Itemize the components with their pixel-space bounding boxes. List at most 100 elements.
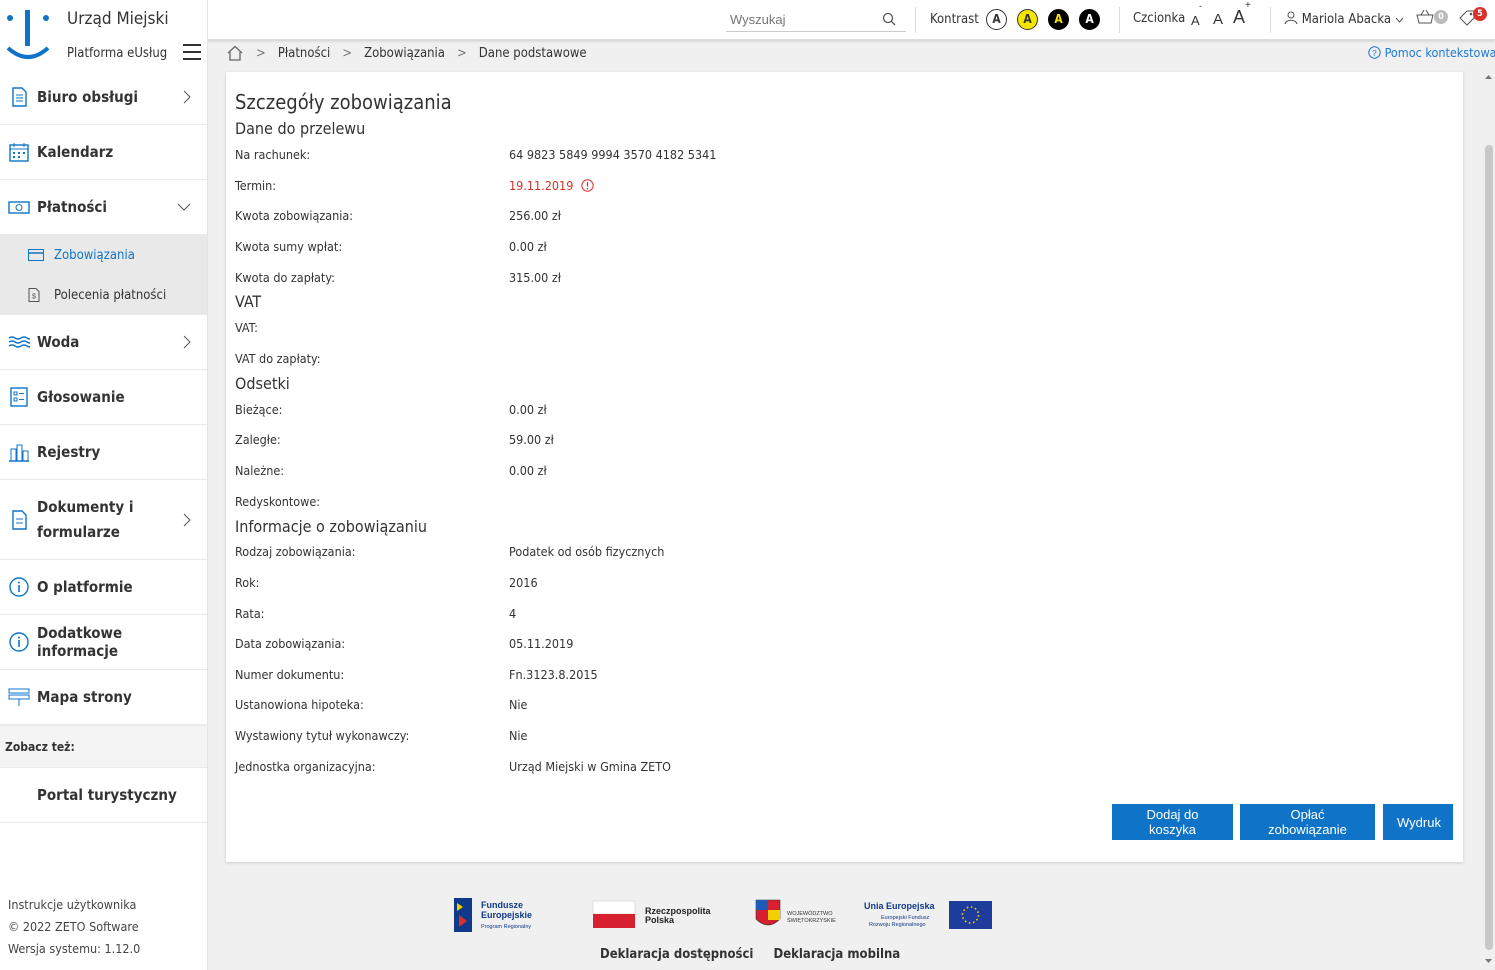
water-icon bbox=[8, 336, 30, 348]
search-box[interactable] bbox=[726, 8, 906, 32]
city-logo[interactable] bbox=[6, 6, 50, 62]
document-icon bbox=[12, 509, 27, 530]
document-icon bbox=[12, 87, 27, 107]
contrast-black-yellow-button[interactable]: A bbox=[1048, 9, 1069, 30]
logo-text: Program Regionalny bbox=[481, 924, 531, 930]
money-icon bbox=[8, 201, 30, 214]
logo-text: ŚWIĘTOKRZYSKIE bbox=[787, 916, 836, 924]
scrollbar[interactable] bbox=[1482, 70, 1495, 970]
field-label: Rodzaj zobowiązania: bbox=[235, 544, 356, 559]
svg-text:$: $ bbox=[32, 294, 36, 301]
user-manual-link[interactable]: Instrukcje użytkownika bbox=[8, 894, 140, 916]
breadcrumb-zobowiazania[interactable]: Zobowiązania bbox=[364, 46, 445, 61]
logo-text: Polska bbox=[645, 915, 675, 925]
sidebar-subitem-label: Polecenia płatności bbox=[54, 287, 167, 303]
field-label: Numer dokumentu: bbox=[235, 667, 345, 682]
print-button[interactable]: Wydruk bbox=[1383, 804, 1453, 840]
sidebar-item-mapa-strony[interactable]: Mapa strony bbox=[0, 670, 207, 725]
contrast-black-white-button[interactable]: A bbox=[1079, 9, 1100, 30]
field-label: Kwota do zapłaty: bbox=[235, 270, 335, 285]
sidebar-item-rejestry[interactable]: Rejestry bbox=[0, 425, 207, 480]
sidebar: Biuro obsługi Kalendarz Płatności Zobowi… bbox=[0, 70, 208, 970]
page-title: Szczegóły zobowiązania bbox=[235, 90, 452, 114]
sidebar-item-platnosci[interactable]: Płatności bbox=[0, 180, 207, 235]
user-menu[interactable]: Mariola Abacka bbox=[1284, 11, 1404, 27]
section-transfer: Dane do przelewu bbox=[235, 119, 366, 138]
logo-text: Rozwoju Regionalnego bbox=[869, 922, 926, 928]
sidebar-subitem-polecenia-platnosci[interactable]: $ Polecenia płatności bbox=[0, 275, 207, 315]
sidebar-item-label: Mapa strony bbox=[37, 688, 132, 706]
sidebar-footer: Instrukcje użytkownika © 2022 ZETO Softw… bbox=[8, 894, 140, 960]
liability-type: Podatek od osób fizycznych bbox=[509, 544, 665, 559]
interest-current: 0.00 zł bbox=[509, 402, 547, 417]
field-label: Ustanowiona hipoteka: bbox=[235, 697, 364, 712]
sidebar-item-glosowanie[interactable]: Głosowanie bbox=[0, 370, 207, 425]
scroll-thumb[interactable] bbox=[1485, 145, 1493, 950]
mortgage: Nie bbox=[509, 697, 528, 712]
question-icon: ? bbox=[1368, 46, 1381, 59]
sidebar-item-label: Rejestry bbox=[37, 443, 101, 461]
amount-to-pay: 315.00 zł bbox=[509, 270, 562, 285]
logo-text: Europejskie bbox=[481, 910, 532, 920]
sidebar-item-dokumenty[interactable]: Dokumenty i formularze bbox=[0, 480, 207, 560]
menu-toggle-button[interactable] bbox=[183, 44, 201, 60]
field-label: Bieżące: bbox=[235, 402, 283, 417]
add-to-cart-button[interactable]: Dodaj do koszyka bbox=[1112, 804, 1233, 840]
chevron-right-icon bbox=[183, 513, 191, 526]
field-label: VAT: bbox=[235, 320, 258, 335]
divider bbox=[1119, 7, 1120, 33]
user-name: Mariola Abacka bbox=[1301, 12, 1392, 27]
voivodeship-logo: WOJEWÓDZTWO ŚWIĘTOKRZYSKIE bbox=[755, 899, 836, 926]
field-label: Redyskontowe: bbox=[235, 494, 321, 509]
contrast-yellow-button[interactable]: A bbox=[1017, 9, 1038, 30]
sitemap-icon bbox=[8, 688, 30, 706]
font-large-button[interactable]: A bbox=[1233, 7, 1245, 28]
field-label: Na rachunek: bbox=[235, 147, 311, 162]
search-input[interactable] bbox=[726, 8, 876, 30]
notifications-button[interactable]: 5 bbox=[1458, 7, 1487, 31]
sidebar-item-kalendarz[interactable]: Kalendarz bbox=[0, 125, 207, 180]
year: 2016 bbox=[509, 575, 538, 590]
scroll-down-arrow-icon[interactable] bbox=[1482, 956, 1495, 966]
credit-card-icon bbox=[28, 249, 44, 261]
logo-text: WOJEWÓDZTWO bbox=[787, 910, 833, 917]
warning-info-icon[interactable] bbox=[581, 179, 594, 192]
sidebar-item-label: Płatności bbox=[37, 198, 107, 216]
sidebar-item-dodatkowe-informacje[interactable]: Dodatkowe informacje bbox=[0, 615, 207, 670]
app-title: Urząd Miejski bbox=[67, 9, 169, 29]
font-normal-button[interactable]: A bbox=[1213, 11, 1223, 28]
sidebar-subitem-zobowiazania[interactable]: Zobowiązania bbox=[0, 235, 207, 275]
interest-due: 0.00 zł bbox=[509, 463, 547, 478]
top-bar: Kontrast A A A A Czcionka A - A A + Mari… bbox=[0, 0, 1495, 40]
search-icon[interactable] bbox=[882, 12, 896, 26]
sidebar-item-woda[interactable]: Woda bbox=[0, 315, 207, 370]
contrast-default-button[interactable]: A bbox=[986, 9, 1007, 30]
svg-text:?: ? bbox=[1372, 48, 1377, 58]
font-large-mark: + bbox=[1245, 0, 1251, 11]
cart-button[interactable]: 0 bbox=[1416, 9, 1448, 29]
field-label: Rok: bbox=[235, 575, 260, 590]
mobile-declaration-link[interactable]: Deklaracja mobilna bbox=[774, 947, 901, 962]
pay-liability-button[interactable]: Opłać zobowiązanie bbox=[1240, 804, 1375, 840]
breadcrumb-platnosci[interactable]: Płatności bbox=[278, 46, 330, 61]
sidebar-item-o-platformie[interactable]: O platformie bbox=[0, 560, 207, 615]
field-label: Jednostka organizacyjna: bbox=[235, 759, 376, 774]
sidebar-item-label: Głosowanie bbox=[37, 388, 125, 406]
account-number: 64 9823 5849 9994 3570 4182 5341 bbox=[509, 147, 717, 162]
due-date-value: 19.11.2019 bbox=[509, 178, 574, 193]
font-small-button[interactable]: A bbox=[1191, 13, 1200, 28]
scroll-up-arrow-icon[interactable] bbox=[1482, 72, 1495, 82]
section-interest: Odsetki bbox=[235, 374, 290, 393]
sidebar-item-label: Kalendarz bbox=[37, 143, 114, 161]
home-icon[interactable] bbox=[226, 45, 244, 61]
user-icon bbox=[1284, 11, 1298, 25]
info-icon bbox=[9, 632, 29, 652]
sidebar-item-biuro-obslugi[interactable]: Biuro obsługi bbox=[0, 70, 207, 125]
help-link[interactable]: ? Pomoc kontekstowa bbox=[1368, 45, 1495, 60]
accessibility-declaration-link[interactable]: Deklaracja dostępności bbox=[600, 947, 753, 962]
european-union-logo: Unia Europejska Europejski Fundusz Rozwo… bbox=[864, 901, 992, 929]
liability-details-card: Szczegóły zobowiązania Dane do przelewu … bbox=[226, 72, 1463, 862]
logo-text: Unia Europejska bbox=[864, 901, 936, 911]
sidebar-item-portal-turystyczny[interactable]: Portal turystyczny bbox=[0, 768, 207, 823]
logo-text: Europejski Fundusz bbox=[881, 915, 930, 921]
